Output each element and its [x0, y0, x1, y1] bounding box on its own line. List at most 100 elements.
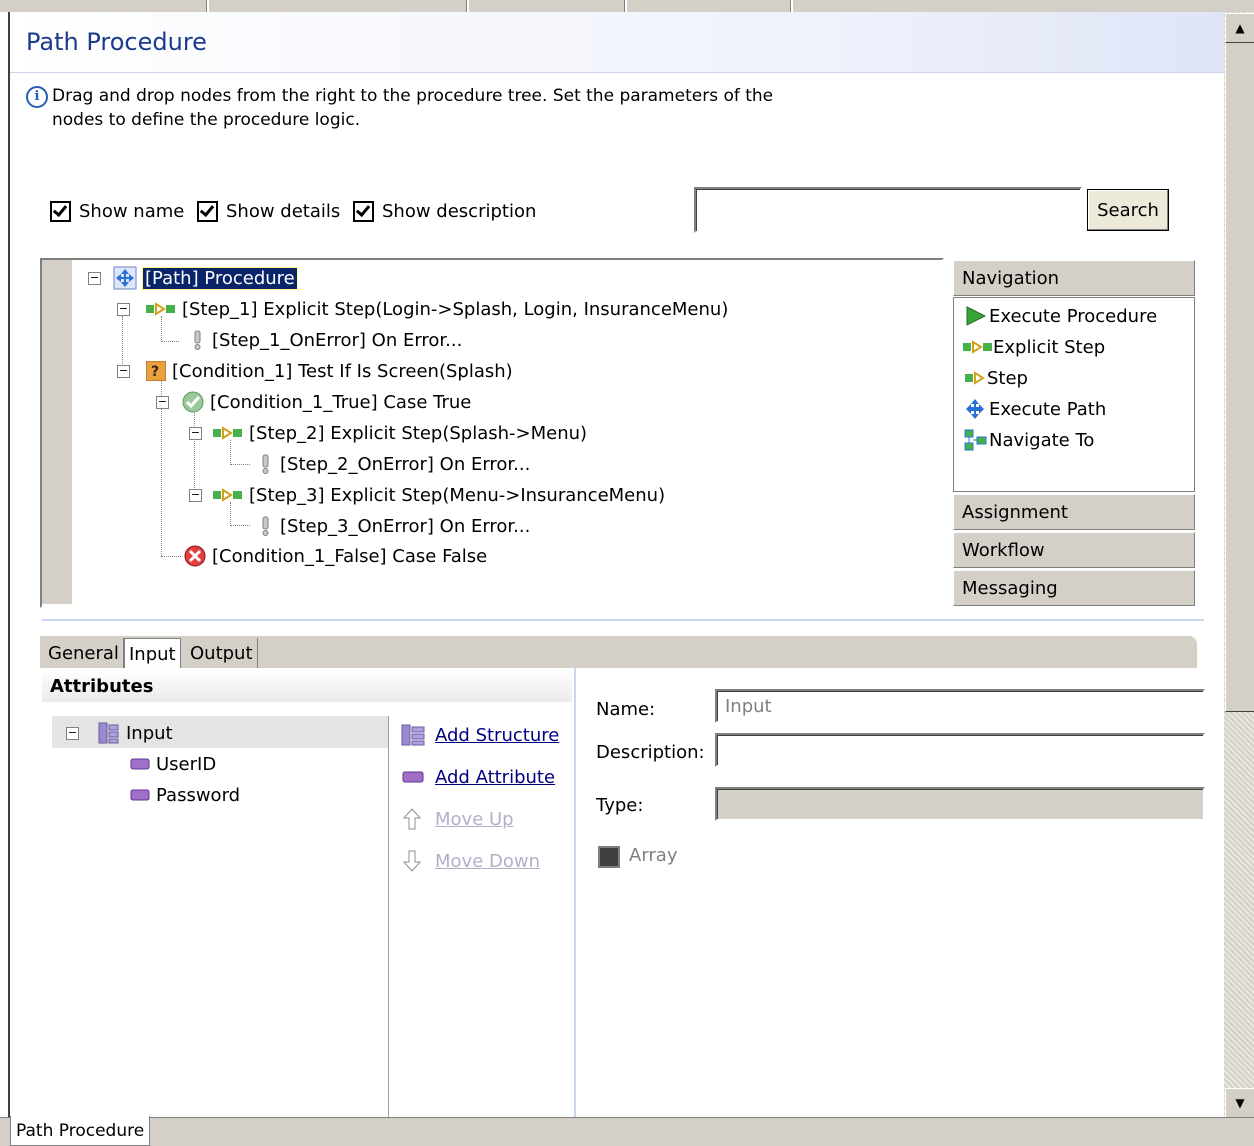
execute-path-icon — [113, 266, 137, 290]
palette-item-navigate-to[interactable]: Navigate To — [963, 427, 1094, 453]
add-structure-icon — [401, 724, 425, 746]
show-details-checkbox[interactable]: Show details — [197, 200, 340, 222]
exclamation-icon — [262, 516, 269, 536]
tab-output[interactable]: Output — [186, 638, 258, 668]
scroll-up-icon[interactable]: ▲ — [1225, 13, 1254, 43]
svg-text:?: ? — [151, 364, 159, 380]
move-up-link[interactable]: Move Up — [400, 806, 514, 832]
add-structure-label[interactable]: Add Structure — [435, 725, 559, 746]
tree-node-case-false[interactable]: [Condition_1_False] Case False — [184, 543, 487, 569]
arrow-up-icon — [402, 808, 422, 830]
info-text: Drag and drop nodes from the right to th… — [52, 86, 774, 130]
search-input[interactable] — [694, 187, 1082, 233]
column-divider — [574, 668, 576, 1118]
show-name-checkbox[interactable]: Show name — [50, 200, 184, 222]
tree-node-case-true[interactable]: [Condition_1_True] Case True — [182, 389, 471, 415]
navigate-to-icon — [964, 429, 987, 451]
attribute-tree-root[interactable]: Input — [98, 720, 173, 746]
name-label: Name: — [596, 699, 656, 720]
palette-item-execute-procedure[interactable]: Execute Procedure — [963, 303, 1157, 329]
palette-item-step[interactable]: Step — [963, 365, 1028, 391]
show-description-checkbox[interactable]: Show description — [353, 200, 536, 222]
palette-item-execute-path[interactable]: Execute Path — [963, 396, 1106, 422]
tree-node-label: [Path] Procedure — [142, 266, 298, 290]
collapse-toggle[interactable]: − — [88, 272, 101, 285]
palette-item-label: Navigate To — [989, 429, 1095, 451]
tab-separator — [466, 0, 469, 12]
palette-item-label: Step — [987, 367, 1028, 389]
tree-node-error[interactable]: [Step_1_OnError] On Error... — [190, 327, 462, 353]
attribute-tree-label: UserID — [156, 753, 217, 775]
move-down-label[interactable]: Move Down — [435, 851, 540, 872]
tree-connector — [230, 464, 250, 465]
collapse-toggle[interactable]: − — [189, 489, 202, 502]
add-attribute-label[interactable]: Add Attribute — [435, 767, 555, 788]
exclamation-icon — [194, 330, 201, 350]
collapse-toggle[interactable]: − — [66, 727, 79, 740]
exclamation-icon — [262, 454, 269, 474]
show-details-label: Show details — [226, 200, 341, 222]
tree-connector — [161, 556, 181, 557]
palette-item-label: Execute Procedure — [989, 305, 1158, 327]
tree-node-step[interactable]: [Step_2] Explicit Step(Splash->Menu) — [213, 420, 587, 446]
tree-node-label: [Step_3] Explicit Step(Menu->InsuranceMe… — [249, 484, 666, 506]
tree-connector — [161, 341, 179, 342]
tree-node-step[interactable]: [Step_1] Explicit Step(Login->Splash, Lo… — [146, 296, 728, 322]
palette-item-explicit-step[interactable]: Explicit Step — [963, 334, 1105, 360]
scrollbar-thumb[interactable] — [1225, 42, 1254, 712]
collapse-toggle[interactable]: − — [117, 303, 130, 316]
attribute-tree-label: Password — [156, 784, 241, 806]
tree-node-label: [Step_3_OnError] On Error... — [280, 515, 531, 537]
tree-node-condition[interactable]: ? [Condition_1] Test If Is Screen(Splash… — [146, 358, 513, 384]
explicit-step-icon — [213, 426, 242, 440]
palette-messaging-header[interactable]: Messaging — [953, 570, 1195, 606]
checkbox-checked-icon — [197, 200, 218, 222]
info-icon: i — [26, 86, 48, 108]
type-select[interactable] — [715, 787, 1205, 821]
collapse-toggle[interactable]: − — [117, 365, 130, 378]
tree-node-error[interactable]: [Step_2_OnError] On Error... — [258, 451, 530, 477]
search-button[interactable]: Search — [1087, 189, 1169, 231]
tab-general[interactable]: General — [44, 638, 124, 668]
tree-connector — [230, 525, 250, 526]
attribute-tree-item[interactable]: Password — [130, 782, 240, 808]
description-field[interactable] — [715, 733, 1205, 767]
move-up-label[interactable]: Move Up — [435, 809, 514, 830]
attribute-icon — [130, 758, 150, 770]
scroll-down-icon[interactable]: ▼ — [1225, 1088, 1254, 1118]
page-title: Path Procedure — [26, 28, 207, 56]
attribute-icon — [130, 789, 150, 801]
attribute-tree-item[interactable]: UserID — [130, 751, 216, 777]
attributes-heading: Attributes — [42, 670, 572, 702]
tree-node-root[interactable]: [Path] Procedure — [113, 265, 298, 291]
add-structure-link[interactable]: Add Structure — [400, 722, 559, 748]
description-label: Description: — [596, 742, 705, 763]
move-down-link[interactable]: Move Down — [400, 848, 540, 874]
column-divider — [388, 716, 389, 1118]
question-icon: ? — [146, 361, 166, 381]
checkbox-checked-icon — [353, 200, 374, 222]
tree-gutter — [42, 260, 72, 604]
name-field[interactable]: Input — [715, 689, 1205, 723]
add-attribute-icon — [402, 771, 424, 783]
type-label: Type: — [596, 795, 644, 816]
show-description-label: Show description — [382, 200, 537, 222]
palette-item-label: Explicit Step — [993, 336, 1106, 358]
show-name-label: Show name — [79, 200, 185, 222]
section-divider — [42, 619, 1204, 621]
palette-navigation-header[interactable]: Navigation — [953, 260, 1195, 296]
structure-icon — [98, 722, 119, 744]
array-label: Array — [629, 845, 678, 866]
palette-workflow-header[interactable]: Workflow — [953, 532, 1195, 568]
collapse-toggle[interactable]: − — [156, 396, 169, 409]
error-circle-icon — [184, 545, 206, 567]
tree-node-error[interactable]: [Step_3_OnError] On Error... — [258, 513, 530, 539]
editor-tab-path-procedure[interactable]: Path Procedure — [10, 1116, 151, 1146]
tree-node-step[interactable]: [Step_3] Explicit Step(Menu->InsuranceMe… — [213, 482, 665, 508]
add-attribute-link[interactable]: Add Attribute — [400, 764, 555, 790]
array-checkbox[interactable] — [598, 846, 620, 868]
palette-assignment-header[interactable]: Assignment — [953, 494, 1195, 530]
arrow-down-icon — [402, 850, 422, 872]
tab-input[interactable]: Input — [124, 638, 181, 669]
collapse-toggle[interactable]: − — [189, 427, 202, 440]
